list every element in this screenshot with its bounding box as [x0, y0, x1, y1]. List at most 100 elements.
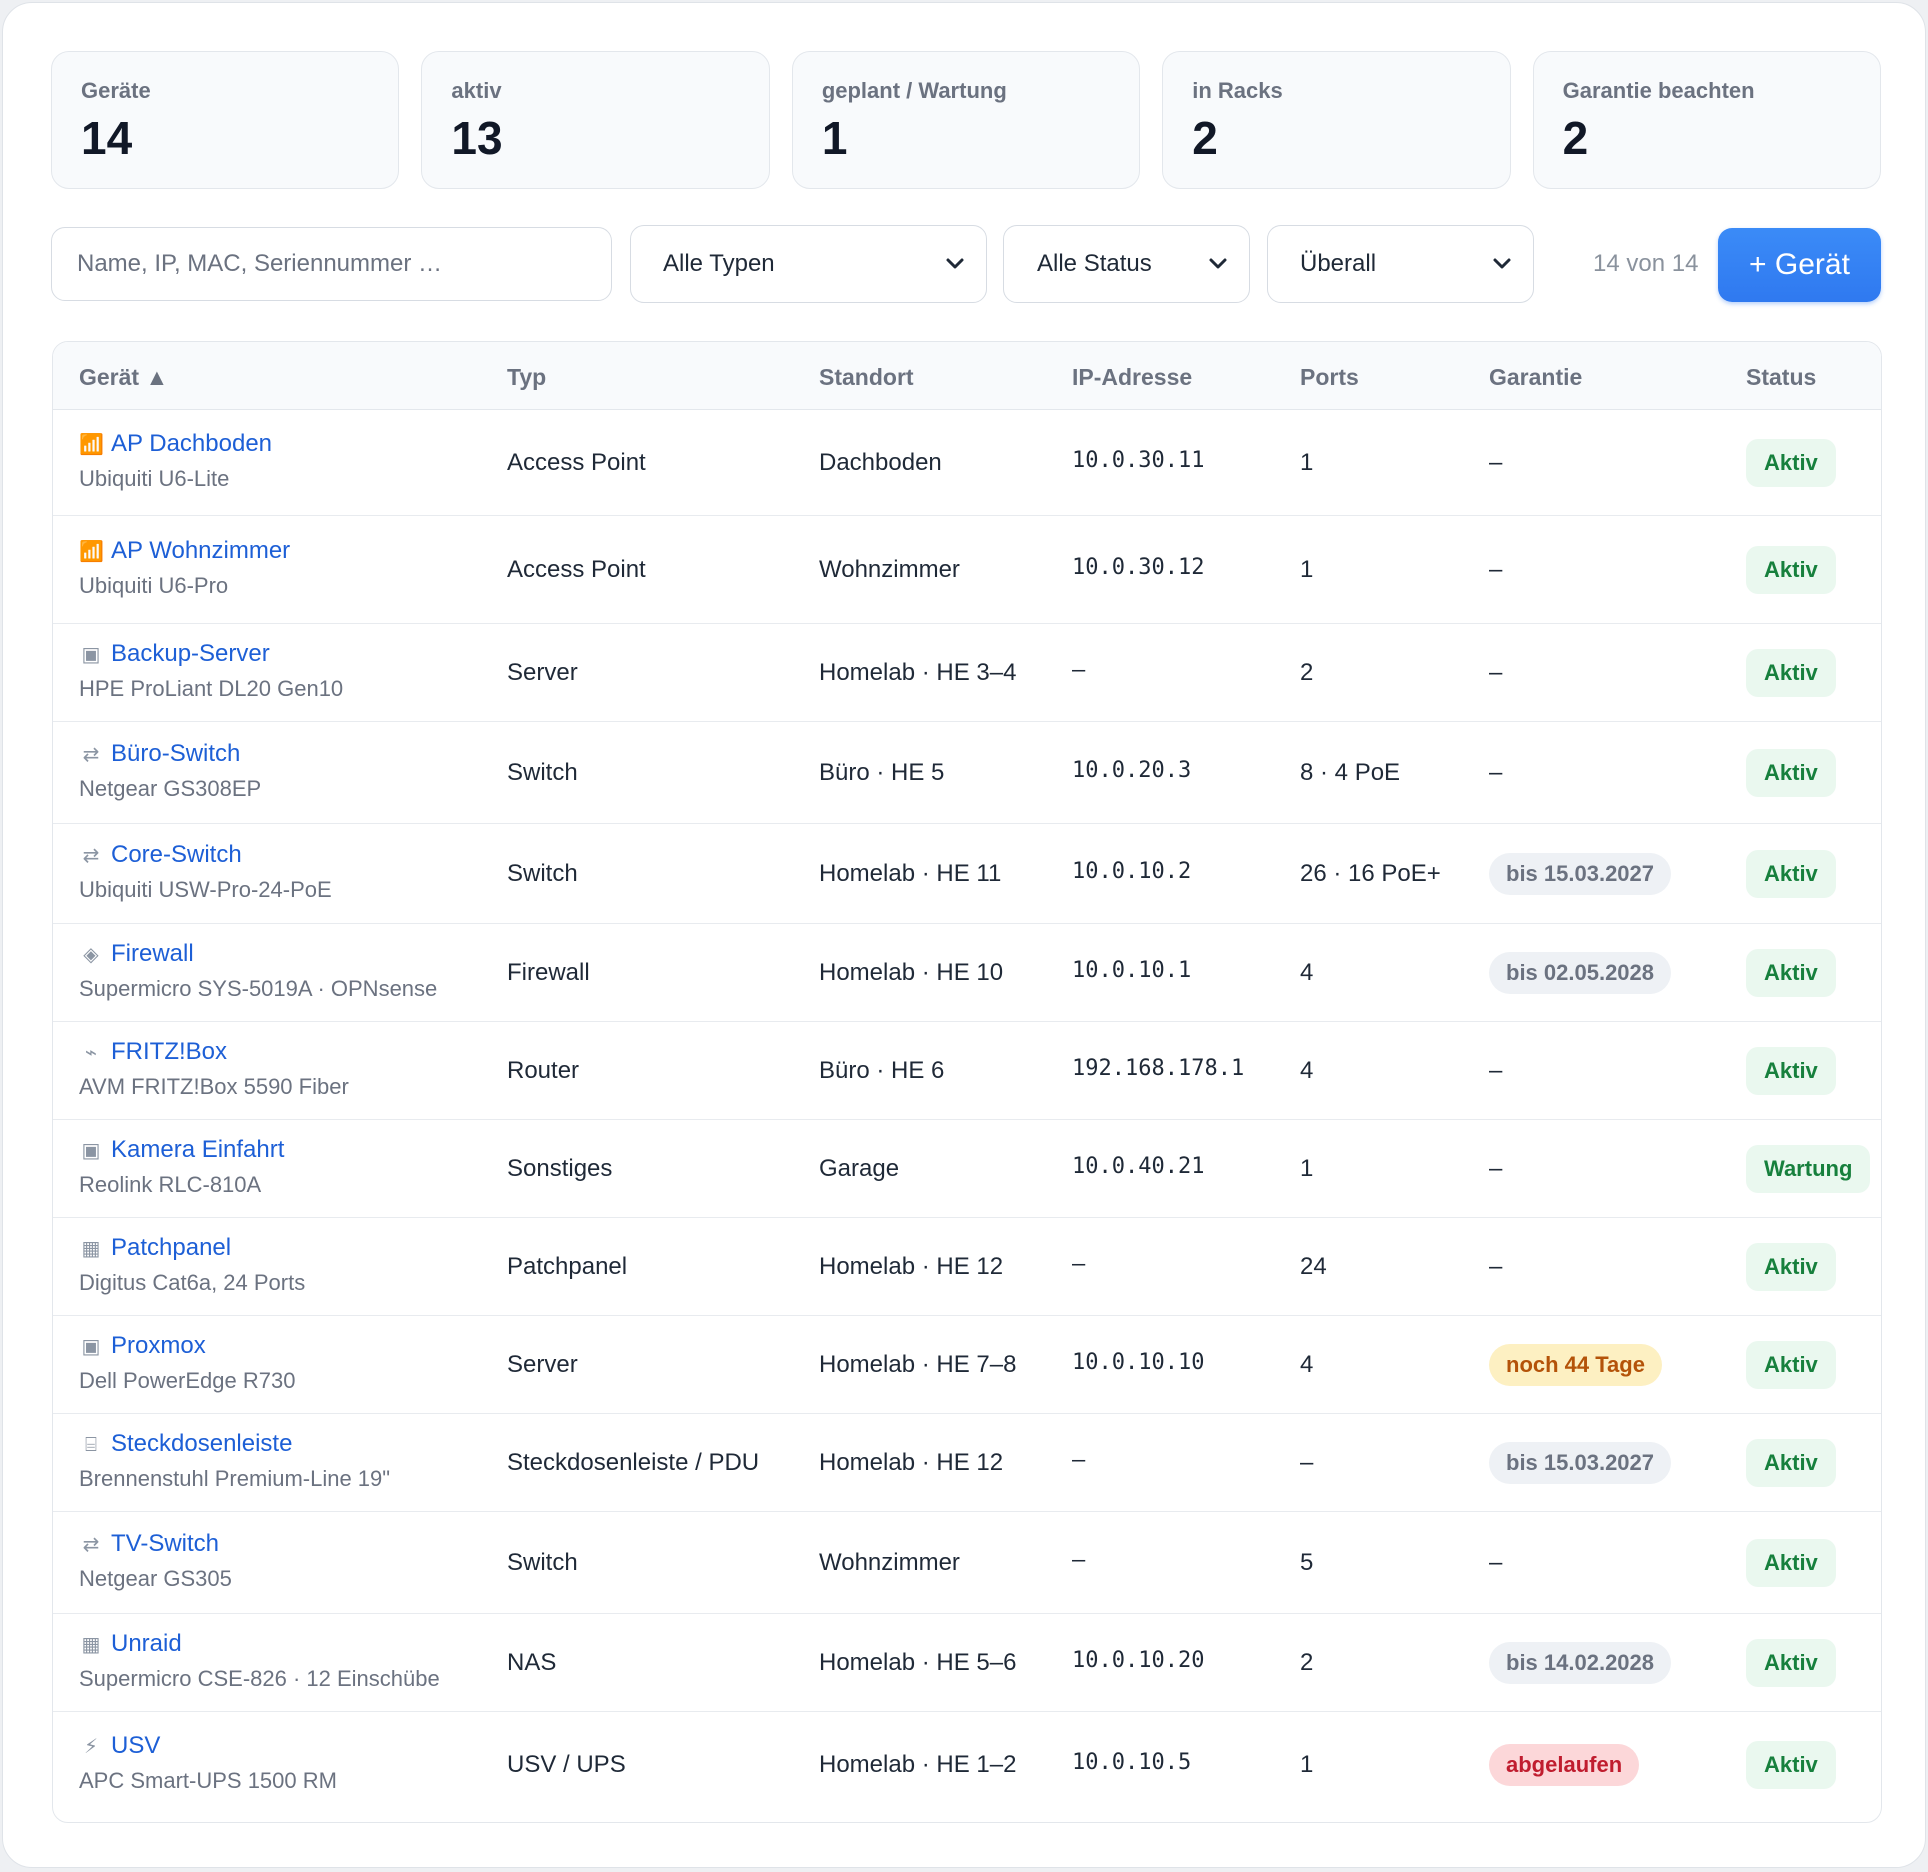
- status-badge: Aktiv: [1746, 850, 1836, 898]
- location-cell: Büro · HE 5: [819, 759, 945, 786]
- device-model: HPE ProLiant DL20 Gen10: [79, 676, 344, 701]
- device-model: Digitus Cat6a, 24 Ports: [79, 1270, 306, 1295]
- chevron-down-icon: [1209, 258, 1227, 269]
- device-name-link[interactable]: Firewall: [111, 940, 194, 967]
- stat-value: 14: [81, 112, 133, 164]
- status-badge: Aktiv: [1746, 1741, 1836, 1789]
- ip-cell: 10.0.10.5: [1072, 1750, 1192, 1775]
- device-name-link[interactable]: Büro-Switch: [111, 740, 240, 767]
- table-row[interactable]: 📶 AP Wohnzimmer Ubiquiti U6-Pro Access Poin…: [53, 516, 1881, 624]
- type-cell: USV / UPS: [507, 1751, 626, 1778]
- signal-bars-icon: 📶: [79, 541, 104, 563]
- table-body: 📶 AP Dachboden Ubiquiti U6-Lite Access Poin…: [53, 410, 1881, 1818]
- type-cell: Switch: [507, 860, 578, 887]
- table-row[interactable]: ⌁ FRITZ!Box AVM FRITZ!Box 5590 Fiber Router…: [53, 1022, 1881, 1120]
- table-row[interactable]: ▦ Patchpanel Digitus Cat6a, 24 Ports Patchp…: [53, 1218, 1881, 1316]
- ports-cell: 4: [1300, 1057, 1314, 1084]
- col-header-device[interactable]: Gerät ▲: [79, 362, 168, 392]
- device-name-cell: ▦ Unraid: [79, 1629, 182, 1660]
- stat-label: in Racks: [1192, 78, 1283, 103]
- result-count: 14 von 14: [1593, 250, 1699, 277]
- ip-cell: 10.0.10.10: [1072, 1350, 1205, 1375]
- stat-value: 1: [821, 112, 848, 164]
- type-cell: NAS: [507, 1649, 557, 1676]
- table-row[interactable]: ⚡ USV APC Smart-UPS 1500 RM USV / UPS Homela…: [53, 1712, 1881, 1818]
- table-row[interactable]: ⌸ Steckdosenleiste Brennenstuhl Premium-Li…: [53, 1414, 1881, 1512]
- ports-cell: 26 · 16 PoE+: [1300, 860, 1441, 887]
- device-name-cell: ⚡ USV: [79, 1731, 160, 1762]
- type-cell: Switch: [507, 1549, 578, 1576]
- device-model: APC Smart-UPS 1500 RM: [79, 1768, 337, 1793]
- device-name-link[interactable]: FRITZ!Box: [111, 1038, 227, 1065]
- table-row[interactable]: ⇄ TV-Switch Netgear GS305 Switch Wohnzimmer –…: [53, 1512, 1881, 1614]
- device-name-link[interactable]: Kamera Einfahrt: [111, 1136, 284, 1163]
- device-name-link[interactable]: Steckdosenleiste: [111, 1430, 292, 1457]
- table-row[interactable]: ▣ Backup-Server HPE ProLiant DL20 Gen10 Ser…: [53, 624, 1881, 722]
- location-select[interactable]: Überall: [1267, 225, 1534, 303]
- type-cell: Server: [507, 659, 578, 686]
- col-header-location[interactable]: Standort: [819, 362, 914, 392]
- col-header-ip[interactable]: IP-Adresse: [1072, 362, 1192, 392]
- status-badge: Aktiv: [1746, 749, 1836, 797]
- stat-value: 13: [451, 112, 503, 164]
- location-cell: Homelab · HE 12: [819, 1253, 1004, 1280]
- col-header-type[interactable]: Typ: [507, 362, 546, 392]
- location-cell: Garage: [819, 1155, 900, 1182]
- table-row[interactable]: ▣ Proxmox Dell PowerEdge R730 Server Homelab…: [53, 1316, 1881, 1414]
- device-name-link[interactable]: Core-Switch: [111, 841, 242, 868]
- ip-cell: –: [1072, 658, 1086, 683]
- lightning-icon: ⚡: [83, 1736, 99, 1758]
- table-row[interactable]: ⇄ Core-Switch Ubiquiti USW-Pro-24-PoE Switc…: [53, 824, 1881, 924]
- device-name-link[interactable]: Backup-Server: [111, 640, 270, 667]
- device-name-link[interactable]: Patchpanel: [111, 1234, 231, 1261]
- switch-arrows-icon: ⇄: [82, 1534, 100, 1556]
- firewall-diamond-icon: ◈: [83, 944, 99, 966]
- patchpanel-icon: ▦: [81, 1238, 101, 1260]
- stat-label: Garantie beachten: [1562, 78, 1755, 103]
- device-name-cell: ▣ Proxmox: [79, 1331, 206, 1362]
- device-model: Supermicro SYS-5019A · OPNsense: [79, 976, 438, 1001]
- warranty-cell: –: [1489, 1549, 1503, 1576]
- device-name-link[interactable]: AP Wohnzimmer: [111, 537, 290, 564]
- ip-cell: –: [1072, 1448, 1086, 1473]
- table-header: Gerät ▲ Typ Standort IP-Adresse Ports Ga…: [53, 342, 1881, 410]
- table-row[interactable]: ◈ Firewall Supermicro SYS-5019A · OPNsense…: [53, 924, 1881, 1022]
- status-badge: Wartung: [1746, 1145, 1871, 1193]
- device-table: Gerät ▲ Typ Standort IP-Adresse Ports Ga…: [52, 341, 1882, 1823]
- table-row[interactable]: ⇄ Büro-Switch Netgear GS308EP Switch Büro · …: [53, 722, 1881, 824]
- warranty-cell: –: [1489, 449, 1503, 476]
- ip-cell: 10.0.30.11: [1072, 448, 1205, 473]
- signal-bars-icon: 📶: [79, 434, 104, 456]
- table-row[interactable]: ▦ Unraid Supermicro CSE-826 · 12 Einschübe…: [53, 1614, 1881, 1712]
- search-input[interactable]: [51, 227, 612, 301]
- status-badge: Aktiv: [1746, 949, 1836, 997]
- ports-cell: 1: [1300, 1155, 1314, 1182]
- table-row[interactable]: 📶 AP Dachboden Ubiquiti U6-Lite Access Poin…: [53, 410, 1881, 516]
- router-icon: ⌁: [84, 1042, 98, 1064]
- device-name-link[interactable]: USV: [111, 1732, 160, 1759]
- col-header-ports[interactable]: Ports: [1300, 362, 1359, 392]
- device-model: Netgear GS308EP: [79, 776, 262, 801]
- ip-cell: 192.168.178.1: [1072, 1056, 1245, 1081]
- stat-in-racks: in Racks 2: [1162, 51, 1511, 189]
- col-header-status[interactable]: Status: [1746, 362, 1816, 392]
- add-device-button[interactable]: + Gerät: [1718, 228, 1881, 302]
- ip-cell: 10.0.40.21: [1072, 1154, 1205, 1179]
- device-inventory-card: Geräte 14 aktiv 13 geplant / Wartung 1 i…: [2, 2, 1926, 1868]
- stat-label: geplant / Wartung: [821, 78, 1007, 103]
- location-cell: Homelab · HE 7–8: [819, 1351, 1017, 1378]
- table-row[interactable]: ▣ Kamera Einfahrt Reolink RLC-810A Sonstige…: [53, 1120, 1881, 1218]
- device-name-link[interactable]: Proxmox: [111, 1332, 206, 1359]
- ports-cell: 1: [1300, 556, 1314, 583]
- col-header-warranty[interactable]: Garantie: [1489, 362, 1582, 392]
- device-name-link[interactable]: AP Dachboden: [111, 430, 272, 457]
- stat-active: aktiv 13: [421, 51, 770, 189]
- device-name-link[interactable]: TV-Switch: [111, 1530, 219, 1557]
- switch-arrows-icon: ⇄: [82, 845, 100, 867]
- type-cell: Access Point: [507, 449, 646, 476]
- warranty-cell: –: [1489, 659, 1503, 686]
- device-name-link[interactable]: Unraid: [111, 1630, 182, 1657]
- warranty-badge: bis 14.02.2028: [1489, 1642, 1672, 1684]
- type-select[interactable]: Alle Typen: [630, 225, 987, 303]
- status-select[interactable]: Alle Status: [1003, 225, 1250, 303]
